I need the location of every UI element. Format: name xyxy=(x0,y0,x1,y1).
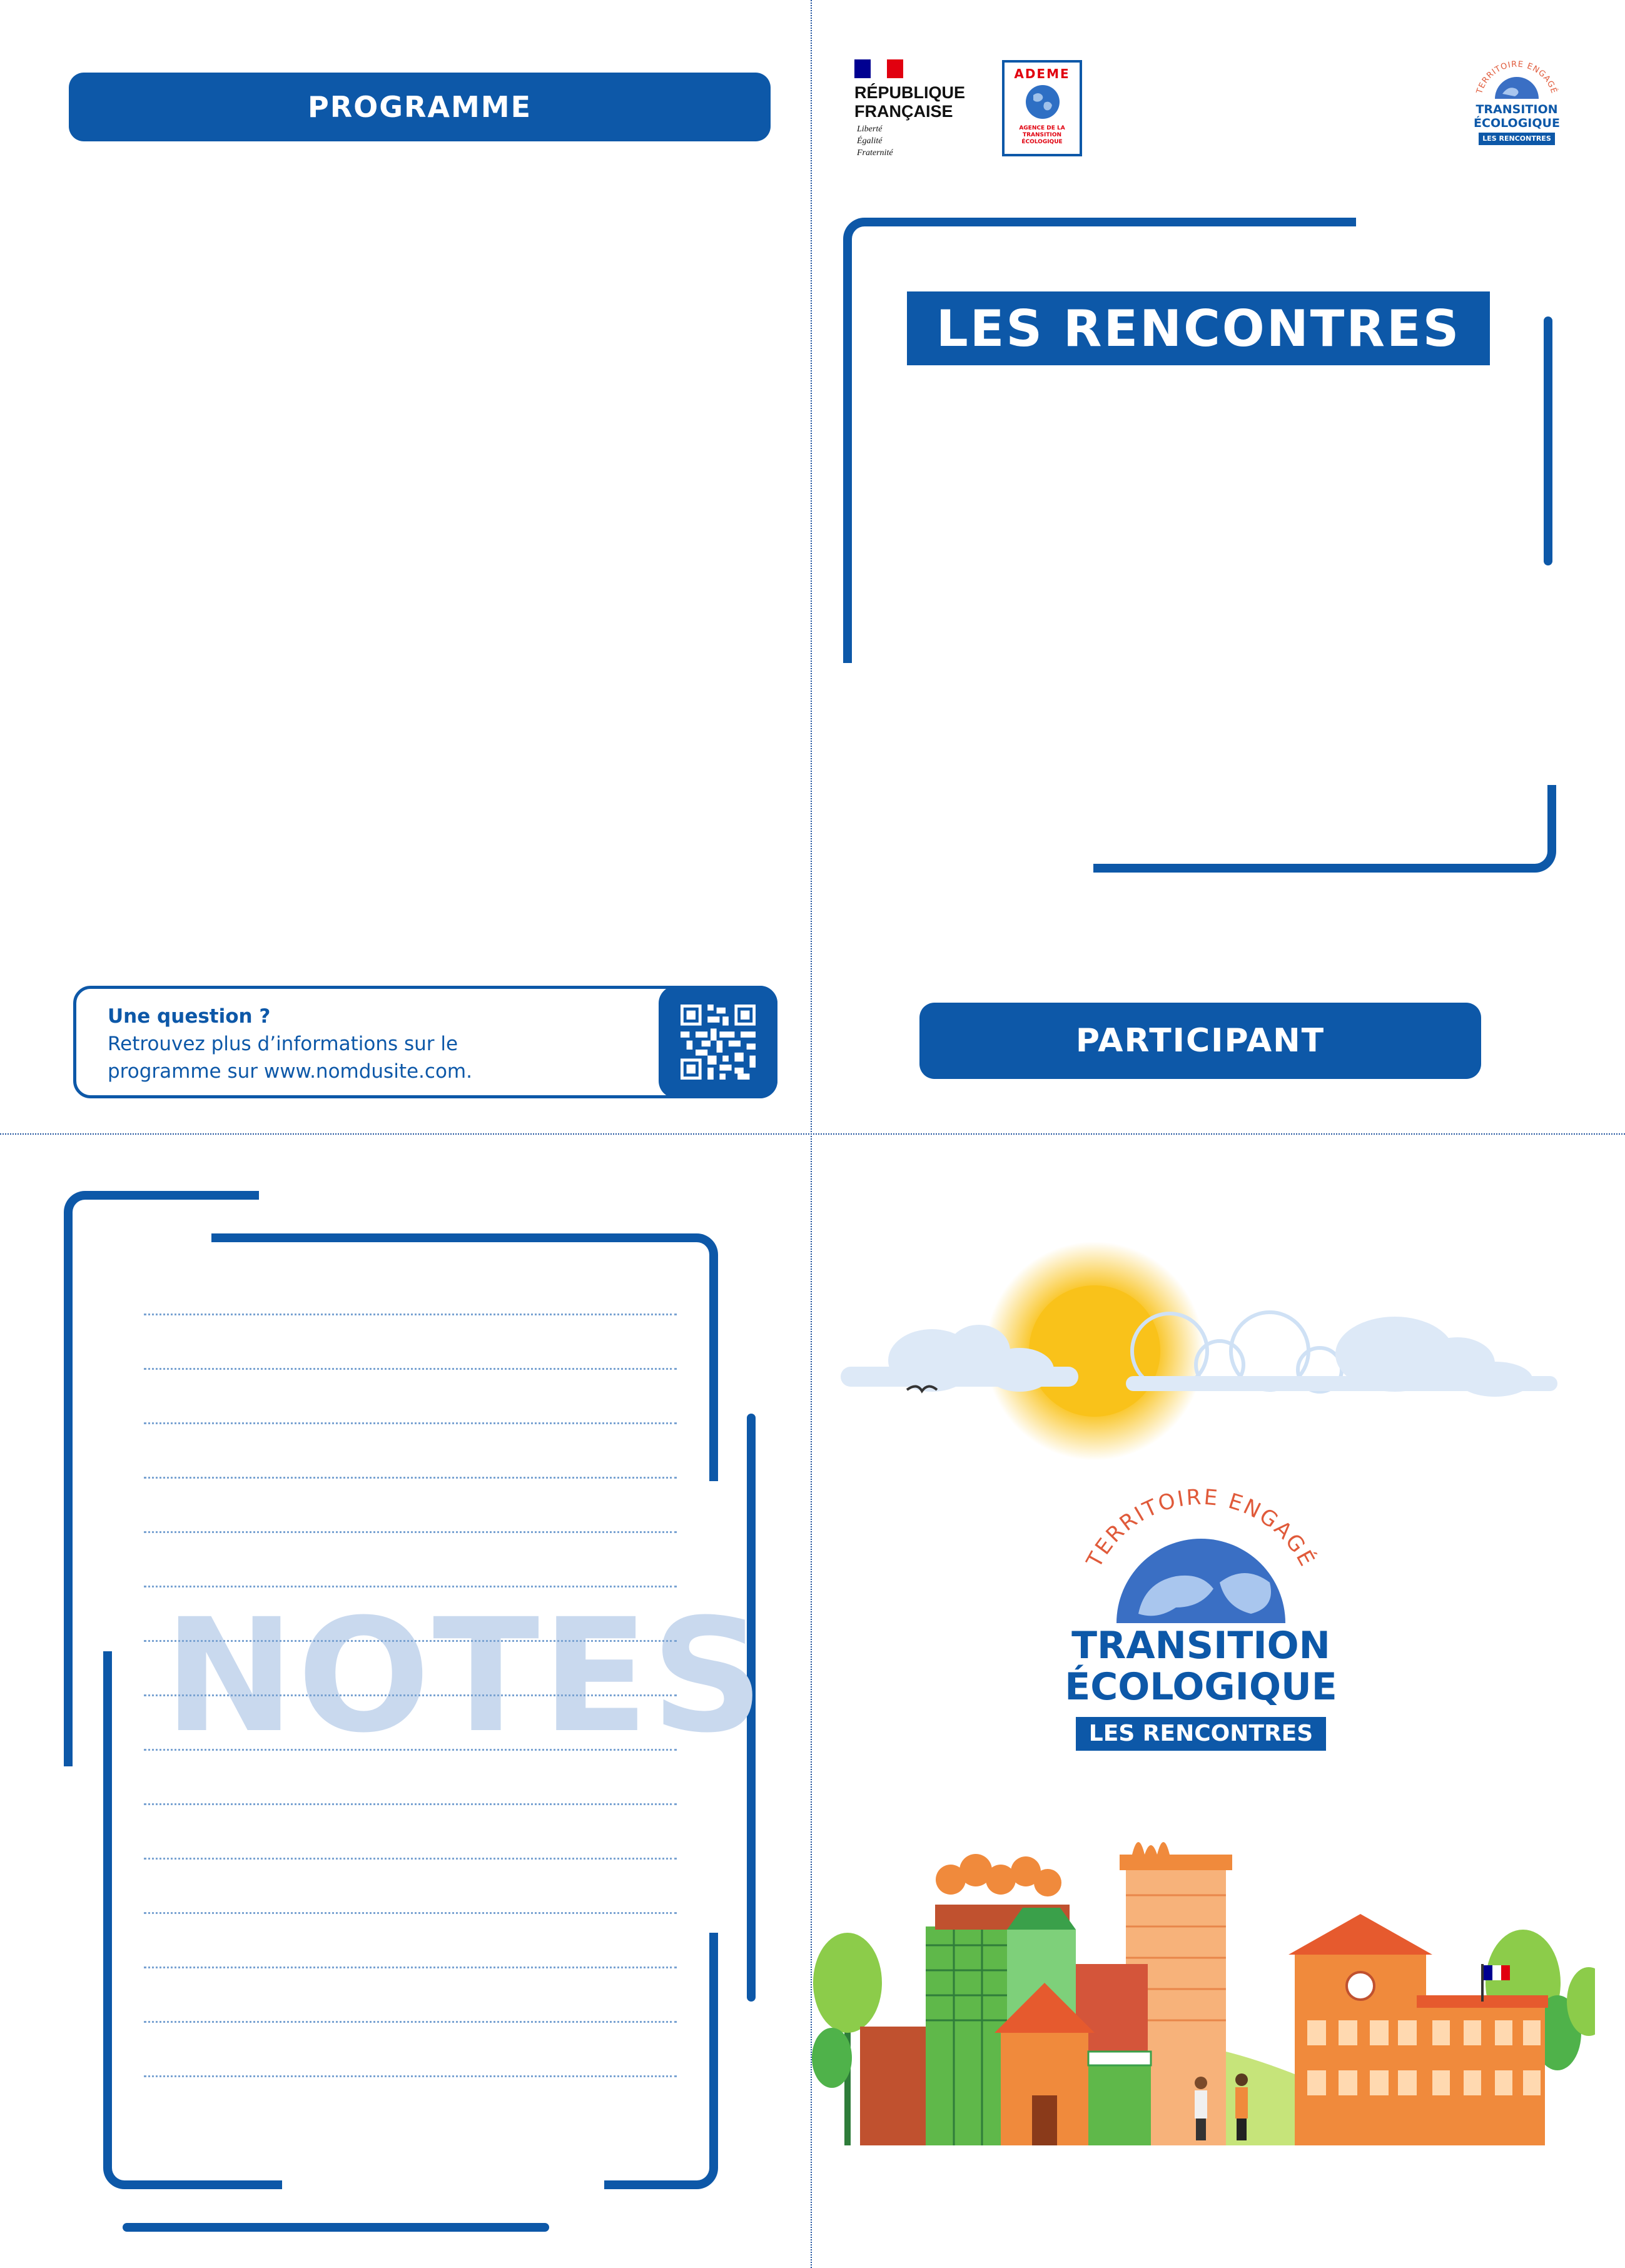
logo-line-1: TRANSITION xyxy=(1071,1624,1330,1668)
horizontal-fold-line xyxy=(0,1133,1625,1135)
small-logo-line-1: TRANSITION xyxy=(1476,103,1558,116)
note-line xyxy=(144,2021,677,2023)
cover-title: LES RENCONTRES xyxy=(936,299,1461,358)
notes-watermark: NOTES xyxy=(164,1585,767,1767)
note-line xyxy=(144,1912,677,1914)
note-line xyxy=(144,1640,677,1642)
small-transition-logo: TERRITOIRE ENGAGÉ TRANSITION ÉCOLOGIQUE … xyxy=(1470,58,1564,158)
logo-band: LES RENCONTRES xyxy=(1076,1717,1326,1751)
note-line xyxy=(144,1749,677,1751)
cover-title-box: LES RENCONTRES xyxy=(907,291,1490,365)
notes-frame-bottom-bar xyxy=(123,2223,549,2232)
logo-line-2: ÉCOLOGIQUE xyxy=(1065,1665,1337,1709)
note-line xyxy=(144,1967,677,1968)
notes-frame-inner-bottom-right xyxy=(604,1933,718,2189)
rf-motto: Liberté Égalité Fraternité xyxy=(857,123,893,159)
programme-header-label: PROGRAMME xyxy=(308,90,532,124)
note-line xyxy=(144,1694,677,1696)
notes-frame-inner-top-right xyxy=(211,1233,718,1481)
rf-motto-2: Égalité xyxy=(857,136,883,146)
rf-motto-1: Liberté xyxy=(857,124,883,134)
small-logo-band: LES RENCONTRES xyxy=(1479,133,1555,145)
globe-icon xyxy=(1026,85,1060,119)
programme-header: PROGRAMME xyxy=(69,73,771,141)
participant-label: PARTICIPANT xyxy=(1075,1022,1325,1060)
small-logo-line-2: ÉCOLOGIQUE xyxy=(1474,116,1560,130)
qr-code-panel[interactable] xyxy=(659,986,777,1098)
ademe-name: ADEME xyxy=(1014,66,1070,81)
ademe-sub-3: ÉCOLOGIQUE xyxy=(1021,139,1063,145)
info-line-2: programme sur www.nomdusite.com. xyxy=(108,1060,472,1083)
note-line xyxy=(144,1368,677,1370)
flag-icon xyxy=(854,59,903,78)
note-line xyxy=(144,2075,677,2077)
info-line-1: Retrouvez plus d’informations sur le xyxy=(108,1033,458,1055)
note-line xyxy=(144,1477,677,1479)
ademe-sub-2: TRANSITION xyxy=(1022,132,1062,138)
rf-motto-3: Fraternité xyxy=(857,148,893,158)
ademe-subtitle: AGENCE DE LA TRANSITION ÉCOLOGIQUE xyxy=(1005,125,1080,146)
cover-frame-top-left xyxy=(843,218,1356,663)
note-line xyxy=(144,1858,677,1860)
rf-line-1: RÉPUBLIQUE xyxy=(854,83,966,102)
info-box-text: Une question ? Retrouvez plus d’informat… xyxy=(108,1003,583,1085)
info-title: Une question ? xyxy=(108,1005,271,1028)
rf-wordmark: RÉPUBLIQUE FRANÇAISE xyxy=(854,83,965,121)
cover-frame-right-bar xyxy=(1544,316,1552,565)
town-illustration xyxy=(812,1842,1595,2145)
ademe-sub-1: AGENCE DE LA xyxy=(1019,125,1065,131)
sky-illustration xyxy=(841,1242,1557,1461)
rf-line-2: FRANÇAISE xyxy=(854,102,953,121)
republique-francaise-logo: RÉPUBLIQUE FRANÇAISE Liberté Égalité Fra… xyxy=(854,59,980,159)
note-line xyxy=(144,1803,677,1805)
note-line xyxy=(144,1422,677,1424)
ademe-logo: ADEME AGENCE DE LA TRANSITION ÉCOLOGIQUE xyxy=(1002,60,1082,156)
participant-header: PARTICIPANT xyxy=(919,1003,1481,1079)
arc-text-large: TERRITOIRE ENGAGÉ xyxy=(1081,1489,1319,1623)
note-line xyxy=(144,1531,677,1533)
note-line xyxy=(144,1586,677,1587)
cover-frame-bottom-right xyxy=(1093,785,1556,873)
qr-code-icon[interactable] xyxy=(681,1005,756,1080)
note-line xyxy=(144,1314,677,1315)
transition-ecologique-logo: TERRITOIRE ENGAGÉ TRANSITION ÉCOLOGIQUE … xyxy=(1057,1489,1345,1764)
arc-text-small: TERRITOIRE ENGAGÉ xyxy=(1475,60,1559,99)
